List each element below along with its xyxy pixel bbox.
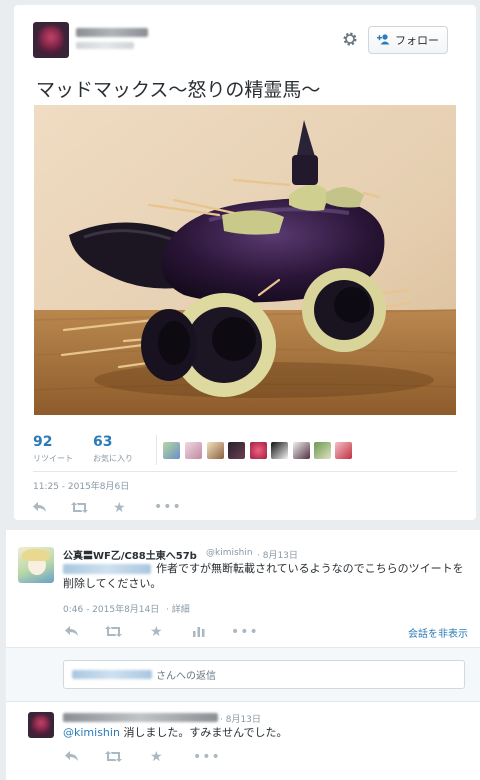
reply-icon[interactable] <box>33 502 47 516</box>
favoriter-avatar[interactable] <box>335 442 352 459</box>
reply1-text: 作者ですが無断転載されているようなのでこちらのツイートを削除してください。 <box>63 562 464 590</box>
replies-card: 公真〓WF乙/C88土東へ57b @kimishin · 8月13日 作者ですが… <box>6 530 480 780</box>
reply-input-placeholder: さんへの返信 <box>156 671 216 682</box>
reply2-text: 消しました。すみませんでした。 <box>123 726 288 739</box>
retweet-icon[interactable] <box>71 502 88 516</box>
retweet-label[interactable]: リツイート <box>33 453 73 464</box>
reply1-more-dots-icon[interactable]: ••• <box>231 625 259 639</box>
favoriter-avatar[interactable] <box>185 442 202 459</box>
reply2-author-redacted[interactable] <box>63 713 218 722</box>
tweet-timestamp[interactable]: 11:25 - 2015年8月6日 <box>33 479 129 492</box>
reply2-reply-icon[interactable] <box>65 751 79 765</box>
favoriter-avatar[interactable] <box>228 442 245 459</box>
reply2-mention-link[interactable]: @kimishin <box>63 726 120 739</box>
reply1-handle[interactable]: @kimishin <box>206 548 253 558</box>
reply2-more-dots-icon[interactable]: ••• <box>193 750 221 764</box>
author-avatar[interactable] <box>33 22 69 58</box>
reply2-avatar[interactable] <box>28 712 54 738</box>
hide-conversation-link[interactable]: 会話を非表示 <box>408 625 468 640</box>
favoriter-avatar[interactable] <box>271 442 288 459</box>
gear-icon[interactable] <box>342 31 358 51</box>
more-dots-icon[interactable]: ••• <box>154 500 182 514</box>
author-name-redacted[interactable] <box>76 28 148 37</box>
favoriter-avatar[interactable] <box>250 442 267 459</box>
stats-divider <box>156 435 157 465</box>
reply2-favorite-star-icon[interactable]: ★ <box>150 750 163 764</box>
reply1-author-name[interactable]: 公真〓WF乙/C88土東へ57b <box>63 547 197 562</box>
reply1-avatar[interactable] <box>18 547 54 583</box>
reply2-date[interactable]: · 8月13日 <box>220 712 261 725</box>
reply-target-redacted <box>72 670 152 679</box>
favoriter-avatar[interactable] <box>293 442 310 459</box>
tweet-photo[interactable] <box>34 105 456 415</box>
reply1-detail-link[interactable]: · 詳細 <box>166 602 190 615</box>
favoriter-avatar[interactable] <box>163 442 180 459</box>
reply1-timestamp[interactable]: 0:46 - 2015年8月14日 <box>63 602 159 615</box>
retweet-count[interactable]: 92 <box>33 434 52 450</box>
reply1-retweet-icon[interactable] <box>105 626 122 640</box>
favorite-star-icon[interactable]: ★ <box>113 501 126 515</box>
reply2-retweet-icon[interactable] <box>105 751 122 765</box>
favorite-count[interactable]: 63 <box>93 434 112 450</box>
reply-input[interactable]: さんへの返信 <box>63 660 465 689</box>
reply2-body: @kimishin 消しました。すみませんでした。 <box>63 725 465 740</box>
reply1-date[interactable]: · 8月13日 <box>257 548 298 561</box>
favoriter-avatar[interactable] <box>207 442 224 459</box>
favorite-label[interactable]: お気に入り <box>93 453 133 464</box>
author-handle-redacted[interactable] <box>76 42 134 49</box>
follow-label: フォロー <box>395 34 439 47</box>
stats-bottom-divider <box>33 471 457 472</box>
reply1-favorite-star-icon[interactable]: ★ <box>150 625 163 639</box>
tweet-text: マッドマックス〜怒りの精霊馬〜 <box>36 79 321 101</box>
favoriter-avatar[interactable] <box>314 442 331 459</box>
reply1-analytics-icon[interactable] <box>193 626 205 640</box>
follow-icon <box>377 33 391 48</box>
reply1-reply-icon[interactable] <box>65 626 79 640</box>
follow-button[interactable]: フォロー <box>368 26 448 54</box>
main-tweet-card: フォロー マッドマックス〜怒りの精霊馬〜 92 リツイート 63 お気に入り 1… <box>14 5 476 520</box>
